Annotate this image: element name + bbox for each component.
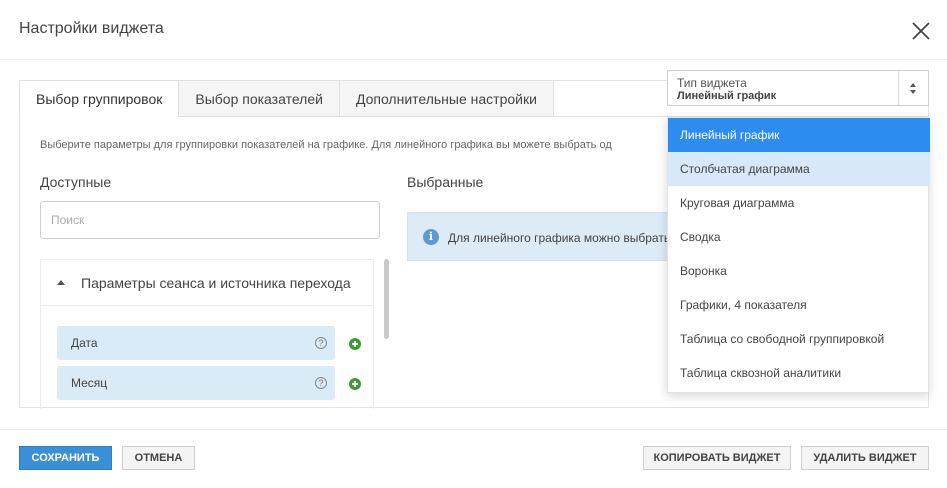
caret-up-icon — [910, 83, 916, 87]
info-icon: i — [423, 229, 439, 245]
collapse-triangle-icon[interactable] — [57, 280, 65, 285]
search-input[interactable] — [40, 201, 380, 239]
list-item-date[interactable]: Дата ? — [57, 326, 335, 360]
widget-type-caption: Тип виджета — [677, 76, 747, 90]
option-funnel[interactable]: Воронка — [668, 254, 930, 288]
add-icon[interactable] — [349, 378, 361, 390]
tab-additional-settings[interactable]: Дополнительные настройки — [339, 80, 554, 117]
option-four-charts[interactable]: Графики, 4 показателя — [668, 288, 930, 322]
caret-down-icon — [910, 90, 916, 94]
list-item-label: Месяц — [71, 376, 108, 390]
available-groupings-list: Параметры сеанса и источника перехода Да… — [40, 259, 374, 409]
cancel-button[interactable]: ОТМЕНА — [122, 446, 195, 470]
tab-metrics[interactable]: Выбор показателей — [179, 80, 340, 117]
tab-groupings[interactable]: Выбор группировок — [19, 80, 180, 117]
widget-type-value: Линейный график — [677, 90, 777, 102]
delete-widget-button[interactable]: УДАЛИТЬ ВИДЖЕТ — [801, 446, 929, 470]
footer-divider — [0, 429, 947, 430]
option-pie-chart[interactable]: Круговая диаграмма — [668, 186, 930, 220]
option-line-chart[interactable]: Линейный график — [668, 118, 930, 152]
select-divider — [898, 71, 899, 105]
add-icon[interactable] — [349, 338, 361, 350]
available-label: Доступные — [40, 174, 112, 190]
save-button[interactable]: СОХРАНИТЬ — [19, 446, 112, 470]
widget-type-dropdown: Линейный график Столбчатая диаграмма Кру… — [667, 117, 930, 393]
dialog-header: Настройки виджета — [0, 0, 947, 60]
dialog-title: Настройки виджета — [19, 20, 164, 37]
help-icon[interactable]: ? — [315, 377, 327, 389]
widget-type-select[interactable]: Тип виджета Линейный график — [667, 70, 929, 106]
close-icon[interactable] — [909, 19, 933, 43]
list-item-label: Дата — [71, 336, 98, 350]
list-item-month[interactable]: Месяц ? — [57, 366, 335, 400]
info-message: i Для линейного графика можно выбрать — [407, 212, 697, 261]
group-title: Параметры сеанса и источника перехода — [81, 275, 351, 291]
group-header-session-params[interactable]: Параметры сеанса и источника перехода — [41, 260, 373, 306]
option-summary[interactable]: Сводка — [668, 220, 930, 254]
list-scrollbar[interactable] — [384, 259, 389, 339]
tab-bar: Выбор группировок Выбор показателей Допо… — [19, 80, 554, 117]
info-text: Для линейного графика можно выбрать — [448, 231, 671, 245]
option-free-grouping-table[interactable]: Таблица со свободной группировкой — [668, 322, 930, 356]
help-icon[interactable]: ? — [315, 337, 327, 349]
copy-widget-button[interactable]: КОПИРОВАТЬ ВИДЖЕТ — [643, 446, 791, 470]
option-end-to-end-analytics-table[interactable]: Таблица сквозной аналитики — [668, 356, 930, 390]
selected-label: Выбранные — [407, 174, 484, 190]
description-text: Выберите параметры для группировки показ… — [40, 139, 612, 151]
option-bar-chart[interactable]: Столбчатая диаграмма — [668, 152, 930, 186]
